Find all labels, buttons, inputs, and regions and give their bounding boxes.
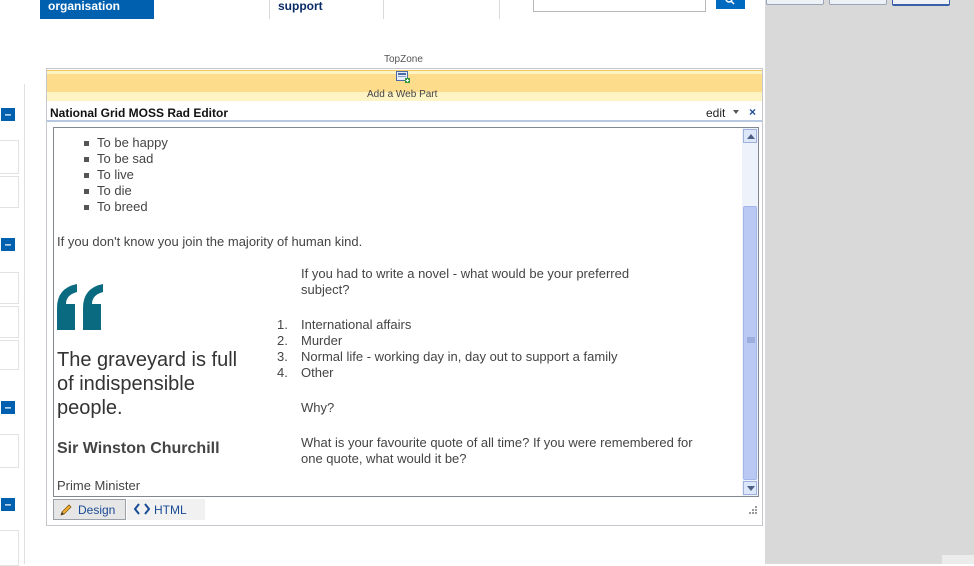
quote-line: people. (57, 397, 123, 419)
tab-design-label: Design (78, 503, 116, 517)
option-text: Murder (301, 333, 343, 348)
option-number: 2. (277, 333, 288, 348)
list-item: To live (97, 167, 134, 182)
quote-author: Sir Winston Churchill (57, 440, 220, 457)
question-text: What is your favourite quote of all time… (301, 435, 693, 450)
nav-support-tab[interactable]: support (269, 0, 384, 19)
why-text: Why? (301, 400, 335, 415)
scroll-down-icon[interactable] (743, 481, 757, 495)
sidebar-row[interactable] (0, 176, 19, 208)
resize-grip-icon[interactable] (746, 505, 758, 517)
option-text: International affairs (301, 317, 412, 332)
bullet-icon (84, 205, 89, 210)
webpart-edit-menu[interactable]: edit (706, 106, 725, 120)
intro-paragraph: If you don't know you join the majority … (57, 234, 363, 249)
nav-support-label: support (278, 0, 323, 13)
tab-design[interactable]: Design (53, 499, 126, 520)
quote-line: of indispensible (57, 373, 195, 395)
question-text: If you had to write a novel - what would… (301, 266, 630, 281)
panel-footer-block (942, 555, 974, 564)
right-side-panel (765, 0, 974, 564)
code-icon (134, 503, 150, 515)
collapse-icon[interactable]: – (1, 238, 15, 251)
tab-html-label: HTML (154, 503, 187, 517)
sidebar-row[interactable] (0, 306, 19, 338)
search-button[interactable] (716, 0, 745, 9)
close-icon[interactable]: × (749, 105, 756, 119)
panel-button-3[interactable] (892, 0, 950, 6)
quote-author-role: Prime Minister (57, 478, 141, 493)
tab-html[interactable]: HTML (127, 499, 205, 520)
add-webpart-icon[interactable] (396, 71, 410, 83)
quote-text: The graveyard is full of indispensible p… (57, 348, 277, 420)
option-number: 4. (277, 365, 288, 380)
quote-mark-icon (57, 284, 105, 332)
question-text: one quote, what would it be? (301, 451, 467, 466)
nav-empty-tab[interactable] (384, 0, 500, 19)
search-input[interactable] (533, 0, 706, 12)
add-webpart-link[interactable]: Add a Web Part (367, 89, 437, 100)
sidebar-row[interactable] (0, 272, 19, 304)
sidebar-row[interactable] (0, 434, 19, 468)
bullet-icon (84, 173, 89, 178)
panel-button-1[interactable] (766, 0, 824, 5)
bullet-icon (84, 157, 89, 162)
sidebar-row[interactable] (0, 340, 19, 370)
question-text: subject? (301, 282, 350, 297)
zone-label: TopZone (384, 54, 423, 65)
scroll-up-icon[interactable] (743, 129, 757, 143)
nav-organisation-tab[interactable]: organisation (40, 0, 154, 19)
quote-line: The graveyard is full (57, 349, 238, 371)
list-item: To breed (97, 199, 148, 214)
bullet-icon (84, 189, 89, 194)
webpart-title: National Grid MOSS Rad Editor (50, 106, 229, 120)
collapse-icon[interactable]: – (1, 401, 15, 414)
option-number: 3. (277, 349, 288, 364)
list-item: To die (97, 183, 132, 198)
bullet-icon (84, 141, 89, 146)
option-text: Other (301, 365, 334, 380)
collapse-icon[interactable]: – (1, 108, 15, 121)
sidebar-row[interactable] (0, 140, 19, 174)
pencil-icon (60, 504, 72, 516)
sidebar-row[interactable] (0, 530, 19, 566)
list-item: To be sad (97, 151, 154, 166)
scrollbar-thumb[interactable] (743, 206, 757, 480)
panel-button-2[interactable] (829, 0, 887, 5)
collapse-icon[interactable]: – (1, 498, 15, 511)
search-icon (725, 0, 735, 5)
option-number: 1. (277, 317, 288, 332)
chevron-down-icon[interactable] (733, 110, 739, 114)
nav-organisation-label: organisation (48, 0, 121, 13)
option-text: Normal life - working day in, day out to… (301, 349, 618, 364)
list-item: To be happy (97, 135, 168, 150)
